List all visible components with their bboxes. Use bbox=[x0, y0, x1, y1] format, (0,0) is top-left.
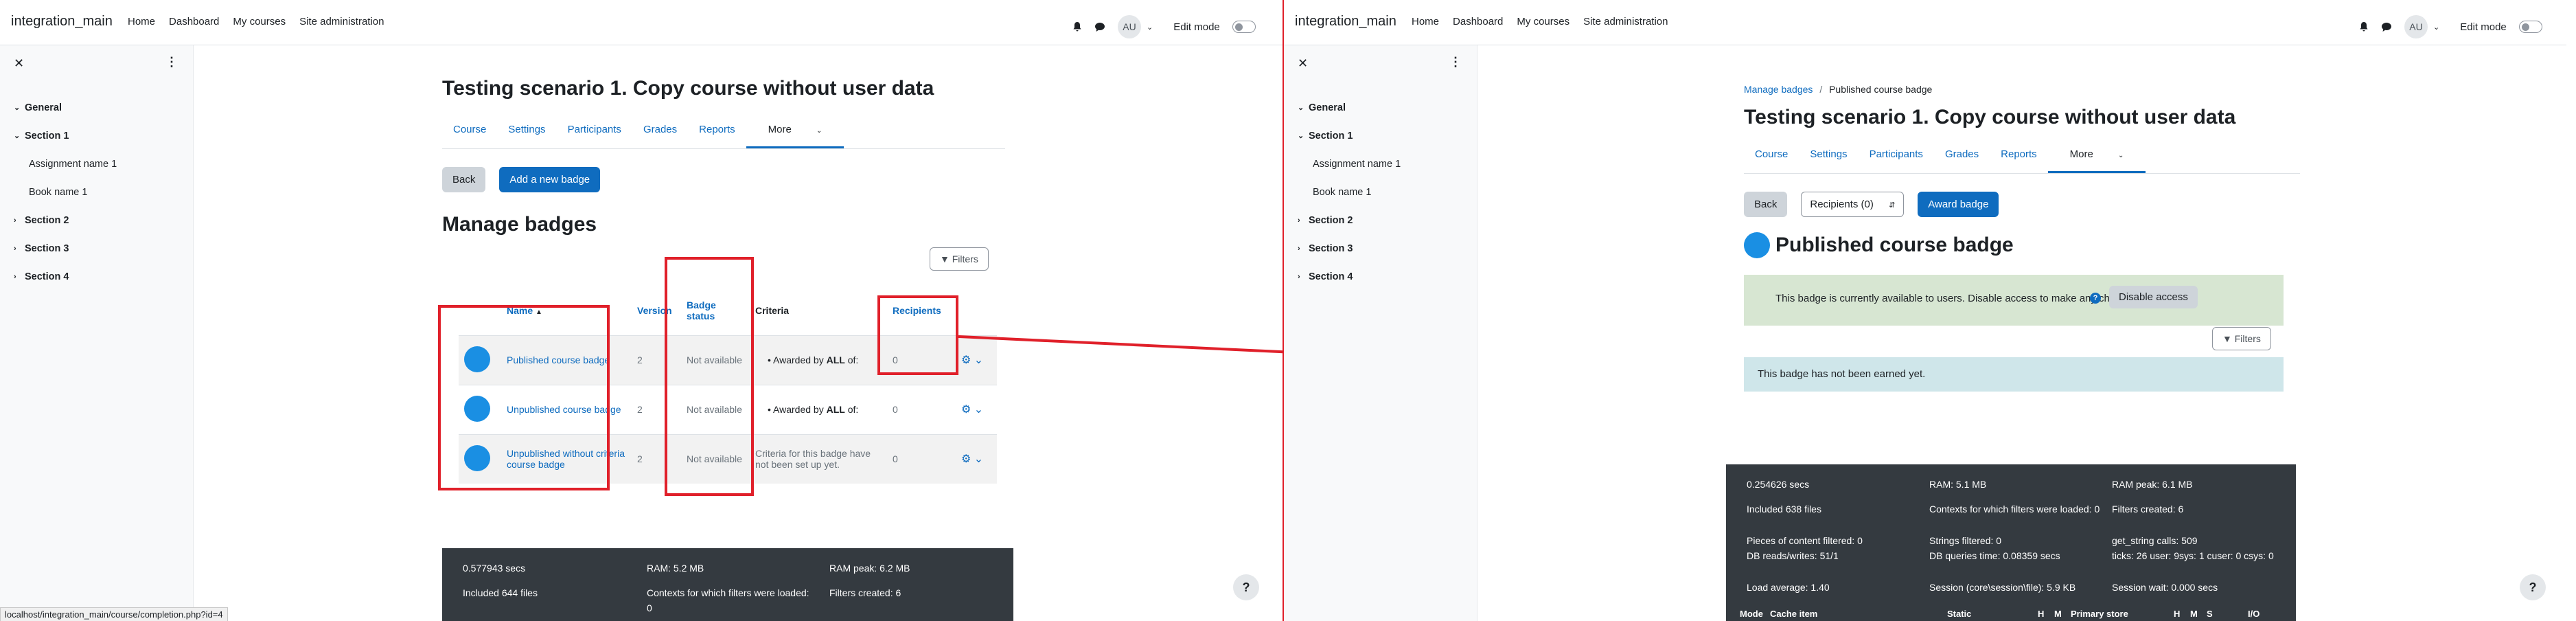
perf-ticks: ticks: 26 user: 9sys: 1 cuser: 0 csys: 0 bbox=[2112, 550, 2274, 561]
perf-ram: RAM: 5.1 MB bbox=[1929, 479, 1987, 490]
recipients-select-value: Recipients (0) bbox=[1810, 199, 1874, 210]
perf-contexts: Contexts for which filters were loaded: … bbox=[1929, 504, 2100, 515]
close-drawer-icon[interactable]: ✕ bbox=[1298, 56, 1308, 71]
cache-col-h2: H bbox=[2174, 609, 2181, 619]
perf-db-reads-writes: DB reads/writes: 51/1 bbox=[1747, 550, 1839, 561]
messages-icon[interactable] bbox=[2381, 22, 2392, 32]
user-nav-icons: AU ⌄ Edit mode bbox=[2359, 15, 2542, 38]
notifications-bell-icon[interactable] bbox=[2359, 21, 2369, 32]
cache-col-m2: M bbox=[2190, 609, 2198, 619]
cache-col-item: Cache item bbox=[1770, 609, 1818, 619]
chevron-right-icon[interactable]: › bbox=[1298, 273, 1309, 281]
nav-my-courses[interactable]: My courses bbox=[1517, 16, 1569, 27]
tab-course[interactable]: Course bbox=[1744, 139, 1799, 173]
drawer-menu-icon[interactable]: ⋮ bbox=[1449, 55, 1462, 69]
perf-filters-created: Filters created: 6 bbox=[2112, 504, 2184, 515]
chevron-down-icon: ⌄ bbox=[2118, 152, 2124, 159]
back-button[interactable]: Back bbox=[1744, 192, 1788, 217]
drawer-item-label: Section 1 bbox=[1309, 130, 1353, 142]
drawer-item-section-2[interactable]: › Section 2 bbox=[1298, 206, 1401, 234]
help-button[interactable]: ? bbox=[2520, 574, 2546, 600]
perf-session: Session (core\session\file): 5.9 KB bbox=[1929, 582, 2076, 593]
disable-access-button[interactable]: Disable access bbox=[2109, 286, 2198, 308]
select-arrows-icon: ⇵ bbox=[1889, 201, 1896, 210]
perf-load-average: Load average: 1.40 bbox=[1747, 582, 1830, 593]
breadcrumb: Manage badges / Published course badge bbox=[1744, 84, 1933, 95]
badge-image bbox=[1744, 232, 1770, 258]
perf-ram-peak: RAM peak: 6.1 MB bbox=[2112, 479, 2193, 490]
tab-participants[interactable]: Participants bbox=[1859, 139, 1934, 173]
filters-label: Filters bbox=[2234, 333, 2261, 344]
drawer-item-section-1[interactable]: ⌄ Section 1 bbox=[1298, 122, 1401, 150]
not-earned-message: This badge has not been earned yet. bbox=[1758, 368, 1926, 380]
drawer-item-section-3[interactable]: › Section 3 bbox=[1298, 234, 1401, 262]
top-navbar: integration_main Home Dashboard My cours… bbox=[1284, 0, 2566, 45]
perf-time: 0.254626 secs bbox=[1747, 479, 1810, 490]
edit-mode-toggle[interactable] bbox=[2518, 21, 2542, 33]
award-badge-button[interactable]: Award badge bbox=[1918, 192, 1999, 217]
action-bar: Back Recipients (0) ⇵ Award badge bbox=[1744, 192, 2307, 217]
drawer-item-section-4[interactable]: › Section 4 bbox=[1298, 262, 1401, 291]
chevron-down-icon[interactable]: ⌄ bbox=[1298, 103, 1309, 112]
tab-settings[interactable]: Settings bbox=[1799, 139, 1858, 173]
availability-alert: This badge is currently available to use… bbox=[1744, 275, 2284, 326]
drawer-item-label: Assignment name 1 bbox=[1313, 158, 1401, 170]
cache-col-primary: Primary store bbox=[2071, 609, 2128, 619]
badge-title: Published course badge bbox=[1775, 234, 2014, 256]
filters-button[interactable]: ▼ Filters bbox=[2212, 327, 2271, 350]
drawer-item-general[interactable]: ⌄ General bbox=[1298, 93, 1401, 122]
not-earned-alert: This badge has not been earned yet. bbox=[1744, 357, 2284, 392]
drawer-item-label: Section 2 bbox=[1309, 214, 1353, 226]
drawer-item-label: Section 3 bbox=[1309, 242, 1353, 254]
course-index-drawer: ✕ ⋮ ⌄ General ⌄ Section 1 Assignment name … bbox=[1284, 45, 1477, 621]
chevron-down-icon: ⌄ bbox=[2433, 23, 2440, 32]
perf-session-wait: Session wait: 0.000 secs bbox=[2112, 582, 2218, 593]
drawer-item-book[interactable]: Book name 1 bbox=[1298, 178, 1401, 206]
perf-strings-filtered: Strings filtered: 0 bbox=[1929, 535, 2002, 546]
breadcrumb-manage-badges[interactable]: Manage badges bbox=[1744, 84, 1813, 95]
cache-col-h: H bbox=[2038, 609, 2045, 619]
recipients-select[interactable]: Recipients (0) ⇵ bbox=[1801, 192, 1905, 217]
nav-site-administration[interactable]: Site administration bbox=[1583, 16, 1668, 27]
tab-more[interactable]: More ⌄ bbox=[2047, 139, 2146, 173]
site-brand[interactable]: integration_main bbox=[1295, 14, 1396, 30]
badge-header: Published course badge bbox=[1744, 232, 2307, 258]
help-info-icon[interactable]: ? bbox=[2090, 293, 2101, 304]
main-region: Manage badges / Published course badge T… bbox=[1744, 84, 2307, 258]
secondary-navigation: Course Settings Participants Grades Repo… bbox=[1744, 139, 2300, 174]
chevron-right-icon[interactable]: › bbox=[1298, 216, 1309, 225]
performance-footer: 0.254626 secs RAM: 5.1 MB RAM peak: 6.1 … bbox=[1726, 464, 2296, 621]
perf-db-time: DB queries time: 0.08359 secs bbox=[1929, 550, 2060, 561]
nav-home[interactable]: Home bbox=[1412, 16, 1439, 27]
drawer-item-assignment[interactable]: Assignment name 1 bbox=[1298, 150, 1401, 178]
primary-navigation: Home Dashboard My courses Site administr… bbox=[1412, 16, 1668, 27]
user-menu[interactable]: AU ⌄ bbox=[2404, 15, 2439, 38]
drawer-item-label: General bbox=[1309, 102, 1346, 113]
tab-more-label: More bbox=[2069, 148, 2093, 160]
edit-mode-label: Edit mode bbox=[2460, 21, 2507, 33]
chevron-down-icon[interactable]: ⌄ bbox=[1298, 131, 1309, 140]
perf-pieces-filtered: Pieces of content filtered: 0 bbox=[1747, 535, 1863, 546]
drawer-item-label: Section 4 bbox=[1309, 271, 1353, 282]
cache-table-header: Mode Cache item Static H M Primary store… bbox=[1740, 609, 2275, 619]
cache-col-static: Static bbox=[1947, 609, 1972, 619]
avatar[interactable]: AU bbox=[2404, 15, 2428, 38]
right-browser-pane: integration_main Home Dashboard My cours… bbox=[1284, 0, 2566, 621]
cache-col-s: S bbox=[2207, 609, 2213, 619]
course-index-list: ⌄ General ⌄ Section 1 Assignment name 1 Bo… bbox=[1298, 93, 1401, 291]
perf-get-string: get_string calls: 509 bbox=[2112, 535, 2198, 546]
filter-icon: ▼ bbox=[2222, 333, 2232, 344]
tab-reports[interactable]: Reports bbox=[1990, 139, 2048, 173]
cache-col-m: M bbox=[2054, 609, 2062, 619]
perf-included-files: Included 638 files bbox=[1747, 504, 1821, 515]
nav-dashboard[interactable]: Dashboard bbox=[1453, 16, 1503, 27]
breadcrumb-current: Published course badge bbox=[1829, 84, 1933, 95]
drawer-item-label: Book name 1 bbox=[1313, 186, 1372, 198]
chevron-right-icon[interactable]: › bbox=[1298, 245, 1309, 253]
tab-grades[interactable]: Grades bbox=[1934, 139, 1990, 173]
availability-message: This badge is currently available to use… bbox=[1775, 293, 2141, 304]
page-title: Testing scenario 1. Copy course without … bbox=[1744, 106, 2236, 128]
cache-col-mode: Mode bbox=[1740, 609, 1763, 619]
cache-col-io: I/O bbox=[2248, 609, 2260, 619]
